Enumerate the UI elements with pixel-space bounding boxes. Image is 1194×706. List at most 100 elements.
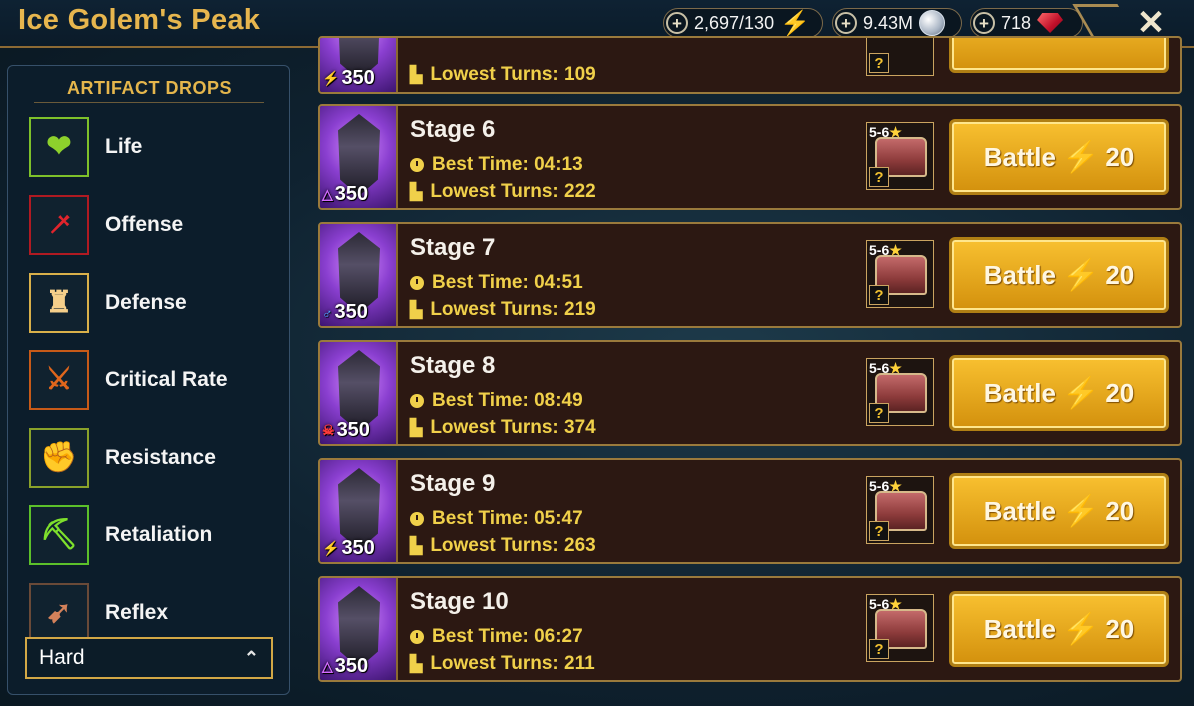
filter-critical-rate-label: Critical Rate [105, 368, 228, 391]
question-icon: ? [869, 521, 889, 541]
battle-label: Battle [983, 495, 1056, 526]
filter-critical-rate[interactable]: ⚔ Critical Rate [29, 349, 279, 411]
stage-card: ⚡ 350 Stage 9 Best Time: 05:47 ▙ Lowest … [318, 458, 1182, 564]
difficulty-dropdown[interactable]: Hard ⌃ [25, 637, 273, 679]
energy-cost: 20 [1105, 495, 1135, 526]
filter-offense-label: Offense [105, 213, 184, 236]
gems-value: 718 [1001, 12, 1032, 33]
filter-retaliation[interactable]: ⛏ Retaliation [29, 504, 279, 566]
artifact-drops-panel: ARTIFACT DROPS ❤ Life † Offense ♜ Defens… [7, 65, 290, 695]
filter-retaliation-label: Retaliation [105, 523, 213, 546]
add-gems-button[interactable]: + [973, 12, 995, 34]
filter-reflex-box[interactable]: ➹ [29, 583, 89, 643]
crossed-swords-icon: ⚔ [45, 363, 73, 396]
reward-chest[interactable]: 5-6★ ? [866, 594, 934, 662]
stage-card: △ 350 Stage 10 Best Time: 06:27 ▙ Lowest… [318, 576, 1182, 682]
lowest-turns-text: Lowest Turns: 263 [430, 535, 596, 556]
lowest-turns-text: Lowest Turns: 219 [430, 299, 596, 320]
battle-button[interactable]: Battle ⚡ 20 [952, 240, 1166, 310]
power-value: 350 [341, 537, 375, 559]
star-icon: ★ [889, 242, 902, 258]
filter-critical-rate-box[interactable]: ⚔ [29, 350, 89, 410]
filter-resistance-box[interactable]: ✊ [29, 428, 89, 488]
reward-stars: 5-6★ [869, 124, 902, 141]
reward-stars: 5-6★ [869, 596, 902, 613]
title-divider [34, 102, 264, 103]
filter-resistance-label: Resistance [105, 446, 216, 469]
stage-card: △ 350 Stage 6 Best Time: 04:13 ▙ Lowest … [318, 104, 1182, 210]
reward-chest[interactable]: 5-6★ ? [866, 240, 934, 308]
best-time-text: Best Time: 04:51 [432, 272, 583, 293]
boss-portrait: ⚡ 350 [320, 460, 396, 562]
silver-counter[interactable]: + 9.43M [832, 8, 962, 38]
stage-card: ♂ 350 Stage 7 Best Time: 04:51 ▙ Lowest … [318, 222, 1182, 328]
power-value: 350 [341, 67, 375, 89]
battle-button[interactable]: Battle ⚡ 20 [952, 122, 1166, 192]
reward-chest[interactable]: ? [866, 38, 934, 76]
lowest-turns-text: Lowest Turns: 211 [430, 653, 595, 674]
filter-defense[interactable]: ♜ Defense [29, 272, 279, 334]
add-energy-button[interactable]: + [666, 12, 688, 34]
energy-icon: ⚡ [1061, 140, 1100, 174]
filter-offense-box[interactable]: † [29, 195, 89, 255]
lowest-turns: ▙ Lowest Turns: 109 [410, 64, 596, 86]
fist-icon: ✊ [40, 441, 78, 474]
portrait-divider [396, 224, 398, 326]
reward-stars: 5-6★ [869, 478, 902, 495]
battle-button[interactable]: Battle ⚡ 20 [952, 358, 1166, 428]
silver-coin-icon [919, 10, 946, 36]
energy-icon: ⚡ [1061, 612, 1100, 646]
star-icon: ★ [889, 124, 902, 140]
battle-button[interactable]: Battle ⚡ 20 [952, 594, 1166, 664]
clock-icon [410, 512, 424, 526]
energy-cost: 20 [1105, 141, 1135, 172]
filter-offense[interactable]: † Offense [29, 194, 279, 256]
portrait-divider [396, 460, 398, 562]
power-value: 350 [334, 301, 368, 323]
power-badge: △ 350 [322, 655, 368, 678]
portrait-divider [396, 342, 398, 444]
reward-stars-value: 5-6 [869, 478, 890, 494]
filter-defense-label: Defense [105, 291, 187, 314]
add-silver-button[interactable]: + [835, 12, 857, 34]
battle-button-partial[interactable] [952, 38, 1166, 70]
ruby-gem-icon [1037, 13, 1064, 33]
lowest-turns: ▙ Lowest Turns: 211 [410, 653, 595, 675]
question-icon: ? [869, 403, 889, 423]
lowest-turns: ▙ Lowest Turns: 222 [410, 181, 596, 203]
portrait-divider [396, 106, 398, 208]
close-button[interactable]: ✕ [1134, 6, 1168, 40]
affinity-icon: ⚡ [322, 540, 340, 556]
energy-icon: ⚡ [1061, 376, 1100, 410]
lowest-turns: ▙ Lowest Turns: 263 [410, 535, 596, 557]
difficulty-value: Hard [39, 646, 85, 669]
filter-life[interactable]: ❤ Life [29, 116, 279, 178]
best-time: Best Time: 04:51 [410, 272, 583, 294]
gems-counter[interactable]: + 718 [970, 8, 1083, 38]
boss-portrait: △ 350 [320, 106, 396, 208]
clock-icon [410, 276, 424, 290]
energy-icon: ⚡ [1061, 258, 1100, 292]
energy-counter[interactable]: + 2,697/130 ⚡ [663, 8, 823, 38]
filter-reflex[interactable]: ➹ Reflex [29, 582, 279, 644]
battle-label: Battle [983, 259, 1056, 290]
affinity-icon: ⚡ [322, 70, 340, 86]
filter-life-box[interactable]: ❤ [29, 117, 89, 177]
reward-stars: 5-6★ [869, 242, 902, 259]
energy-cost: 20 [1105, 377, 1135, 408]
boss-portrait: △ 350 [320, 578, 396, 680]
battle-button[interactable]: Battle ⚡ 20 [952, 476, 1166, 546]
reward-chest[interactable]: 5-6★ ? [866, 358, 934, 426]
lowest-turns-text: Lowest Turns: 109 [430, 64, 596, 85]
star-icon: ★ [889, 596, 902, 612]
affinity-icon: ♂ [322, 304, 333, 321]
filter-defense-box[interactable]: ♜ [29, 273, 89, 333]
best-time: Best Time: 06:27 [410, 626, 583, 648]
reward-chest[interactable]: 5-6★ ? [866, 476, 934, 544]
reward-chest[interactable]: 5-6★ ? [866, 122, 934, 190]
energy-cost: 20 [1105, 613, 1135, 644]
stage-card-partial: ⚡ 350 ▙ Lowest Turns: 109 ? [318, 36, 1182, 94]
filter-resistance[interactable]: ✊ Resistance [29, 427, 279, 489]
filter-retaliation-box[interactable]: ⛏ [29, 505, 89, 565]
energy-icon: ⚡ [1061, 494, 1100, 528]
